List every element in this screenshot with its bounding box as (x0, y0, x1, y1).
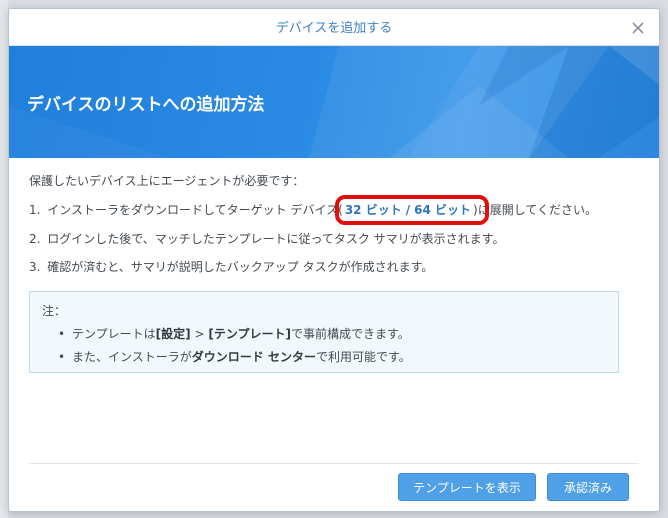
step-1: 1. インストーラをダウンロードしてターゲット デバイス( 32 ビット/64 … (29, 195, 597, 225)
step-number: 2. (29, 232, 41, 246)
intro-text: 保護したいデバイス上にエージェントが必要です： (29, 174, 305, 188)
step-3-text: 確認が済むと、サマリが説明したバックアップ タスクが作成されます。 (47, 260, 434, 274)
step-2-text: ログインした後で、マッチしたテンプレートに従ってタスク サマリが表示されます。 (47, 232, 505, 246)
note-text: で利用可能です。 (315, 350, 411, 364)
step-number: 1. (29, 203, 41, 217)
note-box: 注： • テンプレートは[設定] > [テンプレート]で事前構成できます。 • また… (29, 291, 619, 373)
add-device-dialog: デバイスを追加する デバイスのリストへの追加方法 保護したいデバイス上にエージェ… (8, 8, 660, 512)
note-text: で事前構成できます。 (290, 327, 410, 341)
dialog-titlebar: デバイスを追加する (9, 9, 659, 46)
approved-button[interactable]: 承認済み (547, 473, 629, 501)
header-banner: デバイスのリストへの追加方法 (9, 46, 659, 158)
note-text: > (190, 327, 209, 341)
step-1-text-after: に展開してください。 (477, 203, 597, 217)
note-item: • また、インストーラがダウンロード センターで利用可能です。 (58, 348, 411, 365)
close-button[interactable] (627, 16, 649, 38)
download-center-ref: ダウンロード センター (191, 350, 316, 364)
settings-menu-ref: [設定] (155, 327, 191, 341)
note-text: また、インストーラが (72, 350, 192, 364)
background-window (0, 0, 8, 518)
step-3: 3. 確認が済むと、サマリが説明したバックアップ タスクが作成されます。 (29, 258, 433, 275)
note-label: 注： (42, 304, 67, 318)
bullet: • (58, 350, 66, 364)
footer-divider (29, 463, 639, 464)
show-template-button[interactable]: テンプレートを表示 (398, 473, 536, 501)
link-separator: / (405, 203, 411, 217)
dialog-title: デバイスを追加する (275, 21, 393, 36)
close-icon (632, 22, 644, 34)
download-32bit-link[interactable]: 32 ビット (345, 203, 402, 217)
download-links: 32 ビット/64 ビット (334, 195, 489, 225)
download-64bit-link[interactable]: 64 ビット (414, 203, 471, 217)
note-text: テンプレートは (72, 327, 156, 341)
banner-heading: デバイスのリストへの追加方法 (27, 95, 265, 115)
step-number: 3. (29, 260, 41, 274)
template-menu-ref: [テンプレート] (208, 327, 291, 341)
note-item: • テンプレートは[設定] > [テンプレート]で事前構成できます。 (58, 325, 410, 342)
step-1-text: インストーラをダウンロードしてターゲット デバイス (47, 203, 339, 217)
step-2: 2. ログインした後で、マッチしたテンプレートに従ってタスク サマリが表示されま… (29, 230, 504, 247)
bullet: • (58, 327, 66, 341)
